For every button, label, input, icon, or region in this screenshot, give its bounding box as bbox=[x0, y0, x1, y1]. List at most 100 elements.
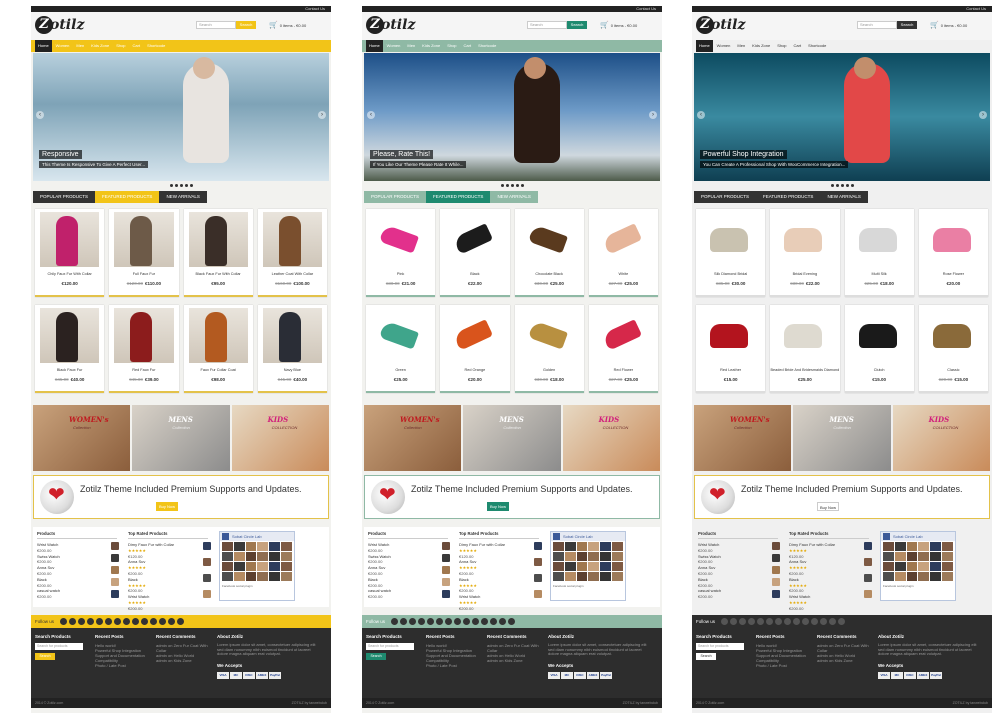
fan-avatar[interactable] bbox=[600, 552, 612, 561]
fan-avatar[interactable] bbox=[600, 562, 612, 571]
search-input[interactable]: Search bbox=[196, 21, 236, 29]
fan-avatar[interactable] bbox=[281, 562, 292, 571]
nav-item-women[interactable]: Women bbox=[384, 40, 404, 52]
product-name[interactable]: Black Faux Fur With Collar bbox=[184, 272, 253, 276]
fan-avatar[interactable] bbox=[564, 572, 576, 581]
product-image[interactable] bbox=[371, 308, 431, 363]
product-thumb[interactable] bbox=[111, 542, 119, 550]
tumblr-icon[interactable] bbox=[499, 618, 507, 625]
top-rated-item[interactable]: Black ★★★★★ €200.00 bbox=[128, 577, 208, 594]
vimeo-icon[interactable] bbox=[454, 618, 462, 625]
fan-avatar[interactable] bbox=[553, 552, 564, 561]
product-card[interactable]: Red Orange €20.00 bbox=[440, 305, 510, 393]
tumblr-icon[interactable] bbox=[829, 618, 837, 625]
facebook-page-title[interactable]: Sobat Circle Lab bbox=[551, 532, 625, 541]
widget-product-item[interactable]: casual watch €200.00 bbox=[37, 588, 117, 600]
nav-item-home[interactable]: Home bbox=[696, 40, 713, 52]
product-name[interactable]: Chily Faux Fur With Collar bbox=[35, 272, 104, 276]
product-card[interactable]: Green €25.00 bbox=[366, 305, 436, 393]
product-card[interactable]: Faux Fur Collar Coat €98.00 bbox=[183, 305, 253, 393]
search-button[interactable]: Search bbox=[567, 21, 587, 29]
fan-avatar[interactable] bbox=[906, 562, 918, 571]
fan-avatar[interactable] bbox=[576, 572, 588, 581]
tab-new-arrivals[interactable]: NEW ARRIVALS bbox=[490, 191, 538, 203]
facebook-likebox[interactable]: Sobat Circle Lab Facebook social plugin bbox=[219, 531, 295, 601]
footer-search-button[interactable]: Search bbox=[35, 653, 55, 660]
fan-avatar[interactable] bbox=[612, 552, 623, 561]
cart-icon[interactable]: 🛒 bbox=[930, 21, 939, 29]
tumblr-icon[interactable] bbox=[168, 618, 176, 625]
linkedin-icon[interactable] bbox=[748, 618, 756, 625]
product-image[interactable] bbox=[923, 212, 983, 267]
instagram-icon[interactable] bbox=[159, 618, 167, 625]
tab-featured-products[interactable]: FEATURED PRODUCTS bbox=[95, 191, 160, 203]
product-thumb[interactable] bbox=[772, 578, 780, 586]
widget-product-item[interactable]: Swiss Watch €200.00 bbox=[37, 554, 117, 566]
product-image[interactable] bbox=[262, 308, 322, 363]
product-image[interactable] bbox=[445, 212, 505, 267]
nav-item-shop[interactable]: Shop bbox=[774, 40, 789, 52]
top-rated-item[interactable]: Dimy Faux Fur with Collar ★★★★★ €120.00 bbox=[459, 542, 539, 559]
search-input[interactable]: Search bbox=[857, 21, 897, 29]
product-image[interactable] bbox=[114, 308, 174, 363]
product-name[interactable]: Black bbox=[440, 272, 509, 276]
fan-avatar[interactable] bbox=[576, 552, 588, 561]
fan-avatar[interactable] bbox=[269, 562, 281, 571]
fan-avatar[interactable] bbox=[894, 552, 906, 561]
fan-avatar[interactable] bbox=[942, 562, 953, 571]
product-thumb[interactable] bbox=[203, 590, 211, 598]
fan-avatar[interactable] bbox=[553, 562, 564, 571]
rss-icon[interactable] bbox=[132, 618, 140, 625]
nav-item-home[interactable]: Home bbox=[35, 40, 52, 52]
fan-avatar[interactable] bbox=[883, 542, 894, 551]
banner-women-collection[interactable]: WOMEN's Collection bbox=[33, 405, 131, 471]
product-card[interactable]: Bridal Evening €30.00 €22.00 bbox=[770, 209, 840, 297]
product-image[interactable] bbox=[371, 212, 431, 267]
buy-now-button[interactable]: Buy Now bbox=[487, 502, 509, 511]
product-thumb[interactable] bbox=[442, 554, 450, 562]
product-name[interactable]: Red Flower bbox=[589, 368, 658, 372]
fan-avatar[interactable] bbox=[906, 572, 918, 581]
fan-avatar[interactable] bbox=[245, 572, 257, 581]
top-rated-item[interactable]: Anna Suv ★★★★★ €200.00 bbox=[459, 559, 539, 576]
dribbble-icon[interactable] bbox=[802, 618, 810, 625]
product-thumb[interactable] bbox=[772, 542, 780, 550]
product-image[interactable] bbox=[775, 308, 835, 363]
footer-search-input[interactable]: Search for products bbox=[35, 643, 83, 650]
tab-popular-products[interactable]: POPULAR PRODUCTS bbox=[694, 191, 757, 203]
fan-avatar[interactable] bbox=[894, 562, 906, 571]
product-thumb[interactable] bbox=[442, 566, 450, 574]
fan-avatar[interactable] bbox=[883, 572, 894, 581]
google-icon[interactable] bbox=[78, 618, 86, 625]
fan-avatar[interactable] bbox=[942, 552, 953, 561]
fan-avatar[interactable] bbox=[918, 542, 930, 551]
top-rated-item[interactable]: Anna Suv ★★★★★ €200.00 bbox=[128, 559, 208, 576]
fan-avatar[interactable] bbox=[553, 572, 564, 581]
fan-avatar[interactable] bbox=[564, 552, 576, 561]
fan-avatar[interactable] bbox=[612, 542, 623, 551]
product-image[interactable] bbox=[188, 212, 248, 267]
fan-avatar[interactable] bbox=[553, 542, 564, 551]
nav-item-men[interactable]: Men bbox=[73, 40, 87, 52]
slider-dot[interactable] bbox=[840, 183, 844, 187]
product-image[interactable] bbox=[445, 308, 505, 363]
product-image[interactable] bbox=[188, 308, 248, 363]
product-thumb[interactable] bbox=[864, 574, 872, 582]
google-icon[interactable] bbox=[739, 618, 747, 625]
product-image[interactable] bbox=[40, 212, 100, 267]
product-image[interactable] bbox=[593, 308, 653, 363]
youtube-icon[interactable] bbox=[766, 618, 774, 625]
fan-avatar[interactable] bbox=[918, 572, 930, 581]
widget-product-item[interactable]: Anna Suv €200.00 bbox=[698, 565, 778, 577]
email-icon[interactable] bbox=[838, 618, 846, 625]
product-thumb[interactable] bbox=[203, 558, 211, 566]
banner-kids-collection[interactable]: KIDS COLLECTION bbox=[562, 405, 660, 471]
banner-women-collection[interactable]: WOMEN's Collection bbox=[694, 405, 792, 471]
nav-item-women[interactable]: Women bbox=[714, 40, 734, 52]
fan-avatar[interactable] bbox=[564, 542, 576, 551]
fan-avatar[interactable] bbox=[930, 542, 942, 551]
twitter-icon[interactable] bbox=[400, 618, 408, 625]
fan-avatar[interactable] bbox=[894, 542, 906, 551]
nav-item-shortcode[interactable]: Shortcode bbox=[475, 40, 499, 52]
product-thumb[interactable] bbox=[864, 558, 872, 566]
